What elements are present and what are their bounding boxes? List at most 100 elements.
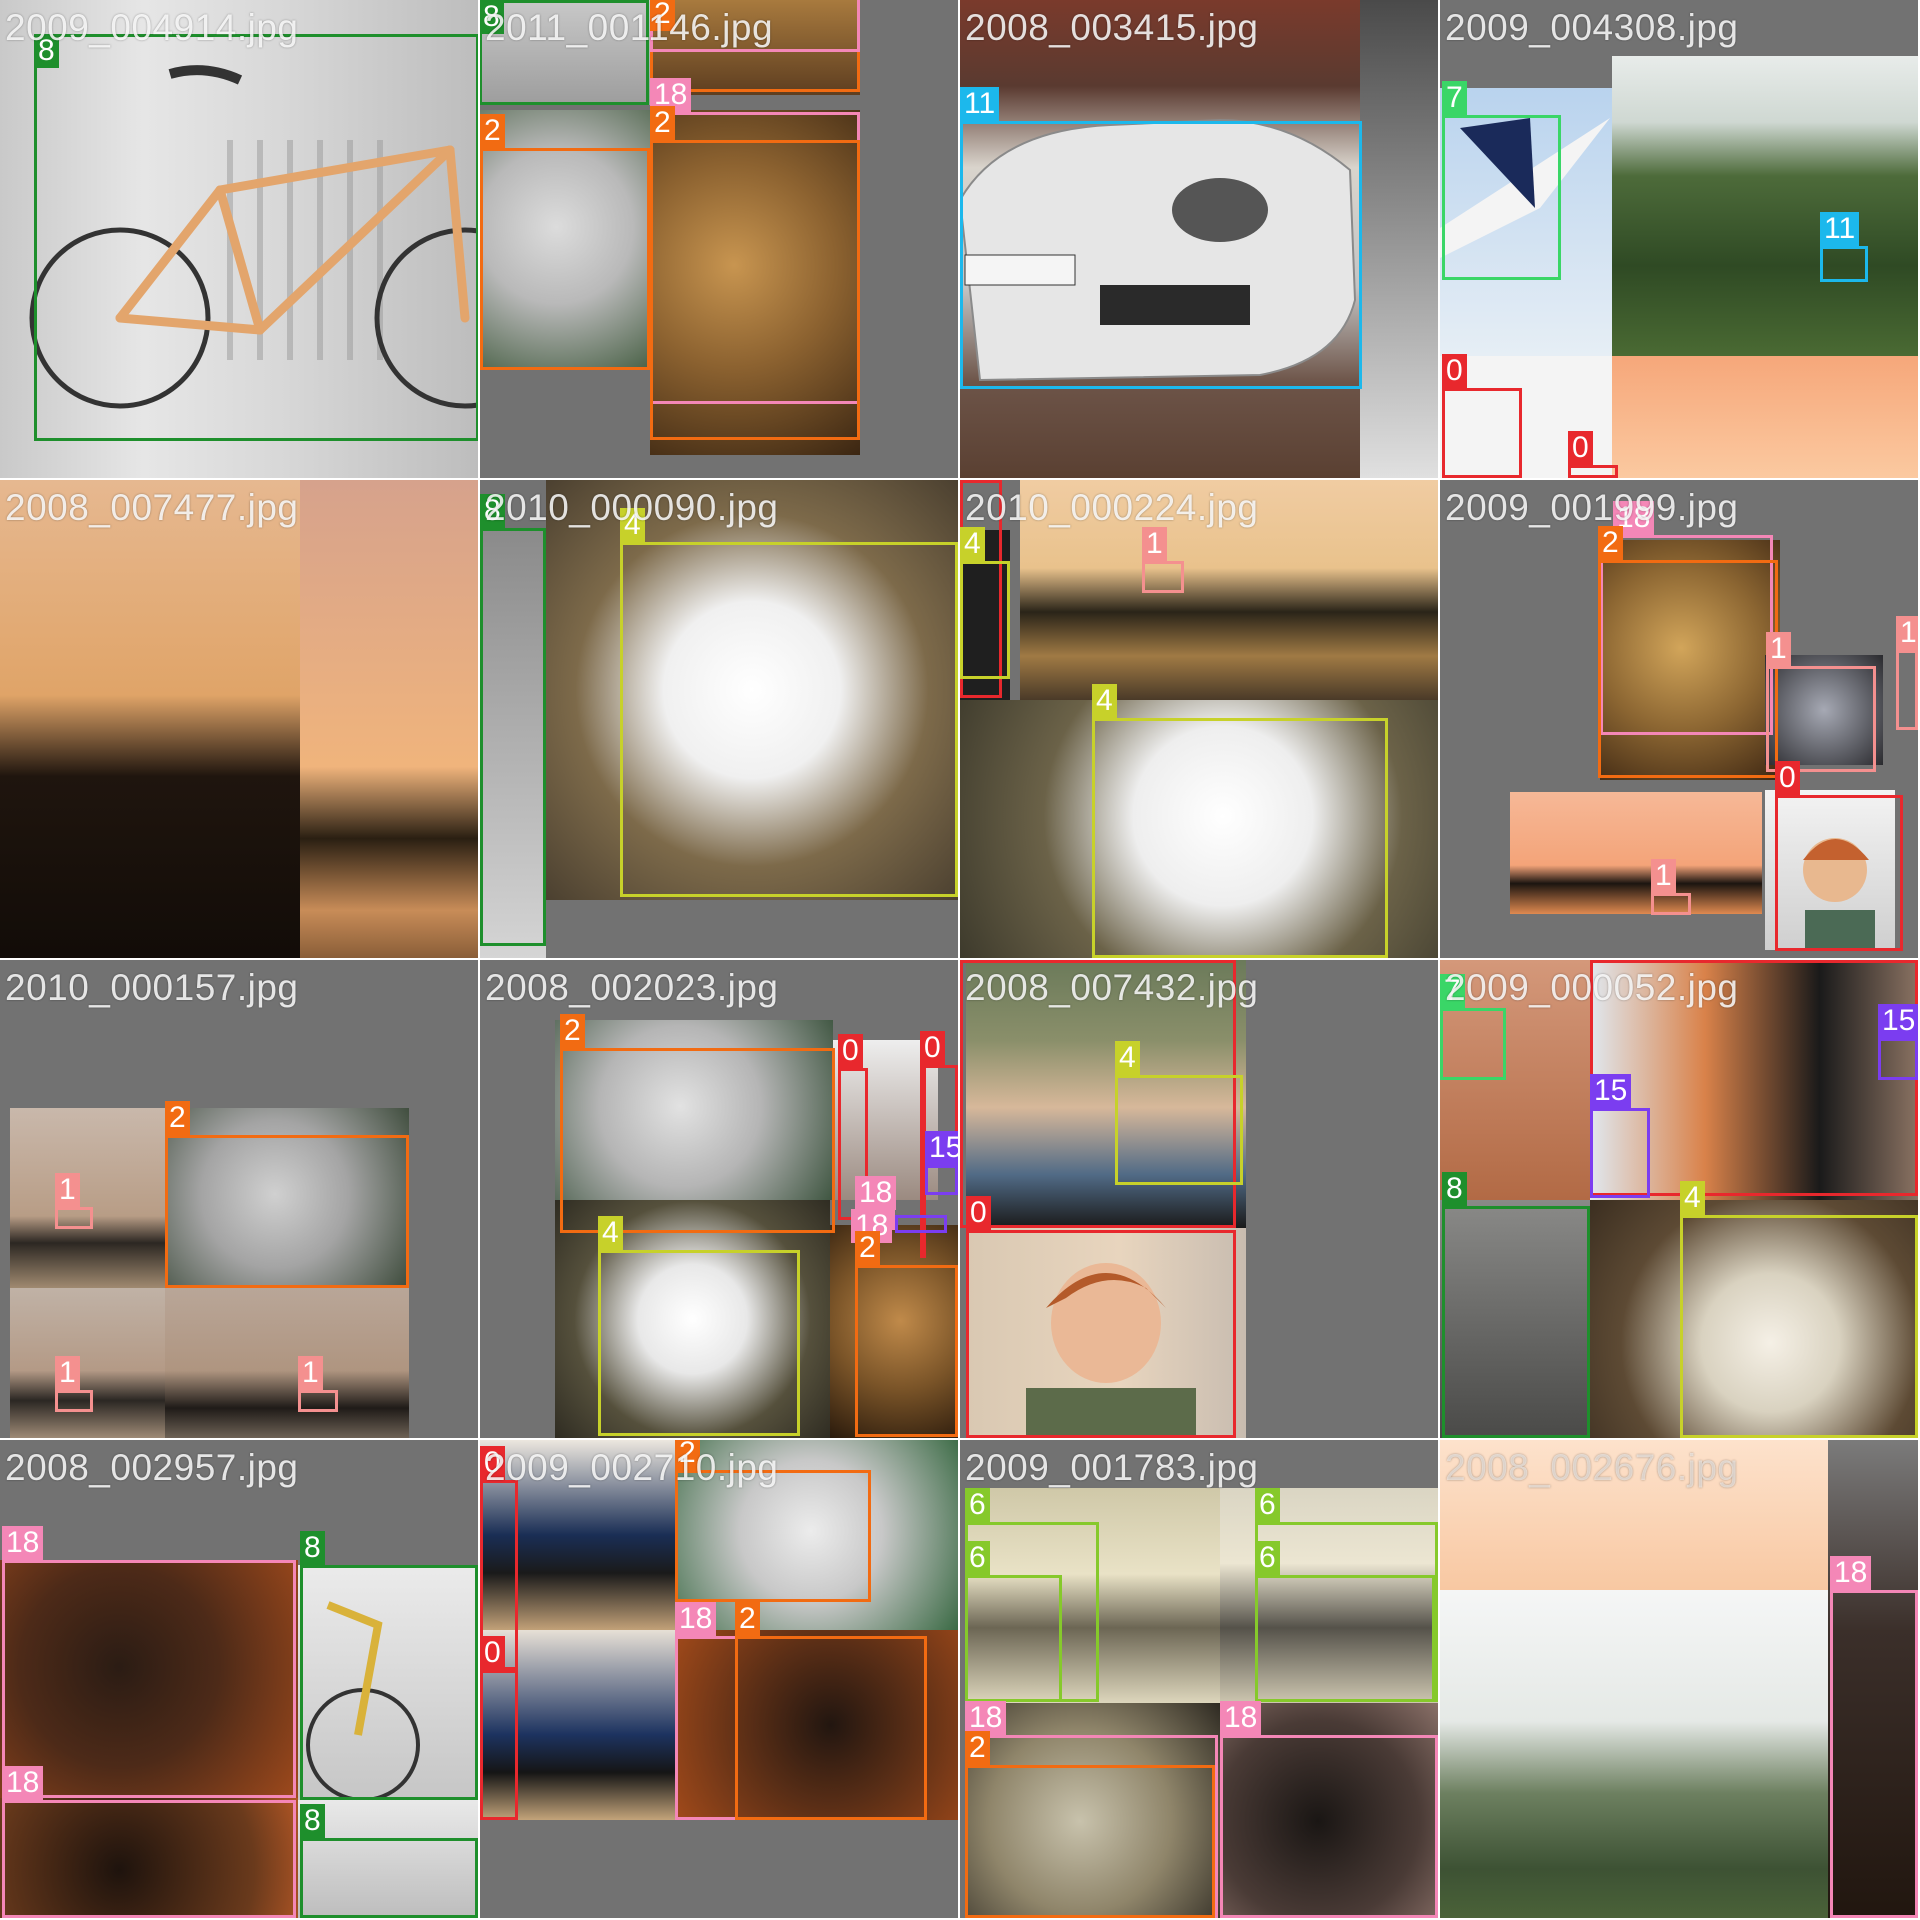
- bbox-label: 6: [1255, 1541, 1280, 1575]
- bbox-cat: 2: [560, 1014, 835, 1233]
- filename-label: 2008_007432.jpg: [965, 967, 1259, 1008]
- bbox-label: 18: [855, 1176, 897, 1210]
- bbox-label: 2: [965, 1731, 990, 1765]
- mosaic-grid: 8 2009_004914.jpg 8 2 8 18 2 2 2011_0011…: [0, 0, 1920, 1920]
- bbox-label: 18: [965, 1701, 1007, 1735]
- bbox-bird: 1: [1142, 527, 1184, 593]
- tile-10: 0 4 0 2008_007432.jpg: [960, 960, 1438, 1438]
- tile-5: 8 4 2010_000090.jpg: [480, 480, 958, 958]
- bbox-cat: 2: [650, 106, 860, 440]
- filename-label: 2010_000224.jpg: [965, 487, 1259, 528]
- bbox-pottedplant: 18: [2, 1766, 296, 1918]
- bbox-label: 2: [560, 1014, 585, 1048]
- bbox-dog: 4: [598, 1216, 800, 1436]
- sunset-photo: [165, 1288, 409, 1438]
- bbox-label: 4: [1680, 1181, 1705, 1215]
- bbox-label: 7: [1442, 81, 1467, 115]
- bbox-label: 2: [735, 1602, 760, 1636]
- bbox-bird: 1: [55, 1173, 93, 1229]
- bbox-label: 15: [1878, 1004, 1918, 1038]
- bbox-label: 11: [1820, 212, 1860, 246]
- bbox-label: 2: [650, 106, 675, 140]
- bbox-tvmonitor: 18: [851, 1209, 947, 1243]
- filename-label: 2009_004914.jpg: [5, 7, 299, 48]
- bbox-label: 6: [965, 1488, 990, 1522]
- filename-label: 2008_003415.jpg: [965, 7, 1259, 48]
- bbox-bird: 1: [1896, 616, 1918, 730]
- bbox-label: 1: [1651, 859, 1676, 893]
- bbox-bird: 1: [1651, 859, 1691, 915]
- bbox-sofa: 15: [925, 1131, 958, 1195]
- bbox-sheep: 6: [965, 1541, 1062, 1702]
- bbox-bicycle: 8: [1442, 1172, 1590, 1438]
- filename-label: 2008_002957.jpg: [5, 1447, 299, 1488]
- filename-label: 2009_004308.jpg: [1445, 7, 1739, 48]
- bbox-label: 1: [1896, 616, 1918, 650]
- bbox-label: 6: [1255, 1488, 1280, 1522]
- background-room: [1360, 0, 1438, 478]
- bbox-dog: 4: [1115, 1041, 1243, 1185]
- bbox-car: 11: [960, 87, 1362, 389]
- filename-label: 2009_000052.jpg: [1445, 967, 1739, 1008]
- bbox-car: 11: [1820, 212, 1868, 282]
- bbox-cat: 2: [480, 114, 650, 370]
- bbox-bicycle: 8: [300, 1804, 478, 1918]
- tile-13: 0 2 0 18 2 2009_002710.jpg: [480, 1440, 958, 1918]
- filename-label: 2010_000157.jpg: [5, 967, 299, 1008]
- bbox-label: 0: [920, 1031, 945, 1065]
- bbox-label: 11: [960, 87, 1000, 121]
- filename-label: 2008_002023.jpg: [485, 967, 779, 1008]
- bbox-label: 4: [960, 527, 985, 561]
- bbox-person: 0: [1442, 354, 1522, 478]
- sunset-photo: [1510, 792, 1762, 914]
- bbox-label: 8: [300, 1804, 325, 1838]
- bbox-label: 4: [598, 1216, 623, 1250]
- bbox-cat: 2: [165, 1101, 409, 1288]
- filename-label: 2008_007477.jpg: [5, 487, 299, 528]
- bbox-bird: 1: [298, 1356, 338, 1412]
- bbox-bicycle: 8: [480, 494, 546, 946]
- forest-photo: [1440, 1590, 1828, 1918]
- bbox-label: 18: [675, 1602, 717, 1636]
- bbox-cat: 2: [1598, 526, 1778, 778]
- bbox-label: 8: [300, 1531, 325, 1565]
- tile-9: 2 0 0 15 18 18 4 2 2008_002023.jpg: [480, 960, 958, 1438]
- bbox-label: 4: [1115, 1041, 1140, 1075]
- bbox-label: 18: [1830, 1556, 1872, 1590]
- bbox-person: 0: [1775, 761, 1903, 951]
- sunset-photo: [300, 480, 478, 958]
- bbox-label: 2: [165, 1101, 190, 1135]
- filename-label: 2009_001783.jpg: [965, 1447, 1259, 1488]
- bbox-label: 15: [925, 1131, 958, 1165]
- bbox-pottedplant: 18: [2, 1526, 296, 1798]
- bbox-label: 18: [2, 1766, 44, 1800]
- bbox-label: 4: [1092, 684, 1117, 718]
- bbox-label: 0: [1442, 354, 1467, 388]
- bbox-cat: 2: [735, 1602, 927, 1820]
- bbox-label: 18: [2, 1526, 44, 1560]
- bbox-label: 0: [1775, 761, 1800, 795]
- bbox-bird: 1: [1766, 632, 1876, 772]
- bbox-label: 2: [855, 1231, 880, 1265]
- bbox-label: 0: [838, 1034, 863, 1068]
- bbox-pottedplant: 18: [1220, 1701, 1438, 1918]
- bbox-pottedplant: 18: [1830, 1556, 1918, 1918]
- tile-3: 7 11 0 0 2009_004308.jpg: [1440, 0, 1918, 478]
- bbox-label: 0: [1568, 431, 1593, 465]
- bbox-label: 1: [1142, 527, 1167, 561]
- bbox-cat: 2: [965, 1731, 1215, 1918]
- bbox-bicycle: 8: [34, 34, 478, 441]
- bbox-label: 0: [480, 1636, 505, 1670]
- tile-11: 7 0 15 15 8 4 2009_000052.jpg: [1440, 960, 1918, 1438]
- bbox-aeroplane: 7: [1442, 81, 1561, 280]
- tile-1: 8 2 8 18 2 2 2011_001146.jpg: [480, 0, 958, 478]
- bbox-label: 1: [55, 1173, 80, 1207]
- tile-2: 11 2008_003415.jpg: [960, 0, 1438, 478]
- bbox-dog: 4: [960, 527, 1010, 679]
- filename-label: 2011_001146.jpg: [485, 7, 774, 48]
- tile-15: 18 2008_002676.jpg: [1440, 1440, 1918, 1918]
- filename-label: 2008_002676.jpg: [1445, 1447, 1739, 1488]
- bbox-aeroplane: 7: [1440, 974, 1506, 1080]
- bbox-label: 1: [298, 1356, 323, 1390]
- filename-label: 2009_001999.jpg: [1445, 487, 1739, 528]
